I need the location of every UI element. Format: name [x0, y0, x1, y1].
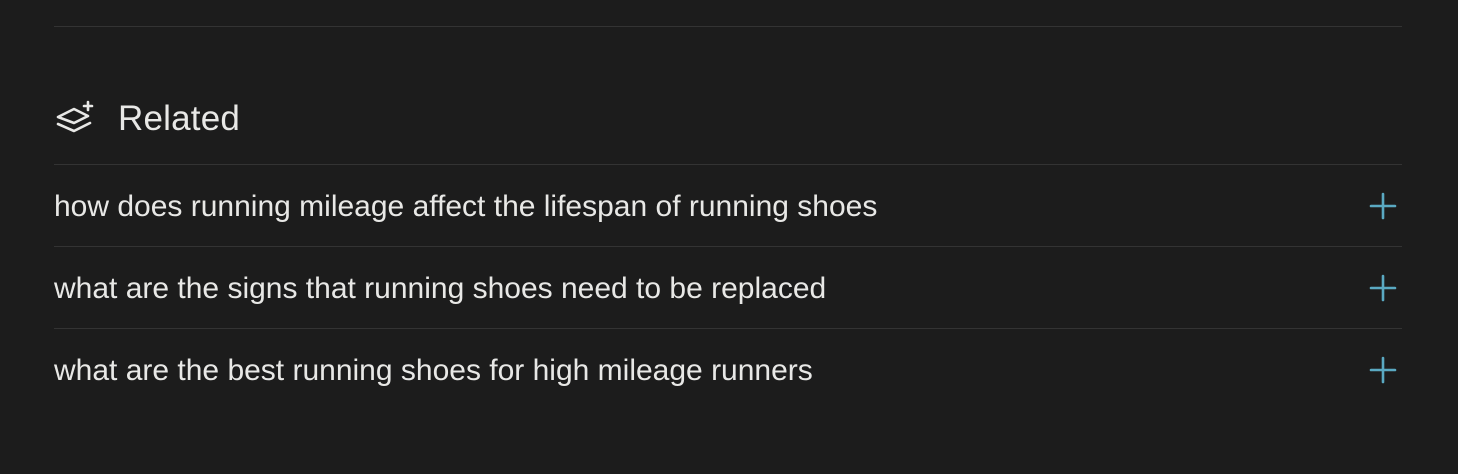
plus-icon[interactable]: [1368, 191, 1398, 221]
related-header: Related: [54, 96, 240, 142]
related-item-label[interactable]: what are the best running shoes for high…: [54, 352, 813, 388]
plus-icon[interactable]: [1368, 273, 1398, 303]
related-item[interactable]: what are the signs that running shoes ne…: [54, 246, 1402, 328]
related-item[interactable]: how does running mileage affect the life…: [54, 164, 1402, 246]
related-title: Related: [118, 99, 241, 138]
layers-sparkle-icon: [54, 97, 98, 141]
related-item[interactable]: what are the best running shoes for high…: [54, 328, 1402, 410]
related-item-label[interactable]: how does running mileage affect the life…: [54, 188, 877, 224]
section-divider: [54, 26, 1402, 27]
related-item-label[interactable]: what are the signs that running shoes ne…: [54, 270, 826, 306]
plus-icon[interactable]: [1368, 355, 1398, 385]
related-list: how does running mileage affect the life…: [54, 164, 1402, 410]
